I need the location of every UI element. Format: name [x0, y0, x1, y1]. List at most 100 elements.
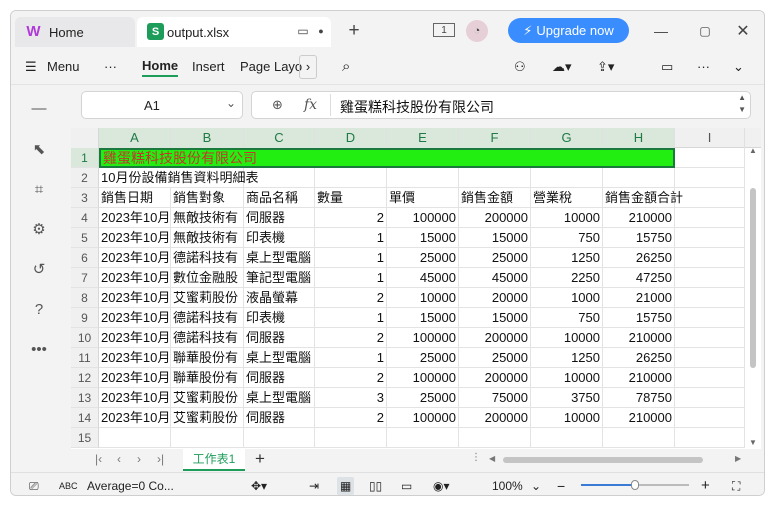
- row-header[interactable]: 11: [71, 348, 99, 368]
- cell[interactable]: 45000: [387, 268, 459, 288]
- vertical-scroll-thumb[interactable]: [750, 188, 756, 368]
- cell[interactable]: 15000: [387, 228, 459, 248]
- cell[interactable]: 聯華股份有: [171, 368, 244, 388]
- cell[interactable]: 商品名稱: [244, 188, 315, 208]
- cell[interactable]: 數位金融股: [171, 268, 244, 288]
- cell[interactable]: [675, 228, 745, 248]
- cell[interactable]: 2023年10月: [99, 348, 171, 368]
- maximize-icon[interactable]: ▢: [695, 21, 715, 41]
- cell[interactable]: [675, 268, 745, 288]
- tab-close-dot-icon[interactable]: ●: [311, 21, 331, 41]
- last-sheet-icon[interactable]: ›|: [157, 452, 164, 466]
- cell[interactable]: 21000: [603, 288, 675, 308]
- cell[interactable]: 2023年10月: [99, 388, 171, 408]
- cell[interactable]: 100000: [387, 368, 459, 388]
- cell[interactable]: [459, 168, 531, 188]
- cell[interactable]: 10000: [531, 408, 603, 428]
- cell[interactable]: 3: [315, 388, 387, 408]
- cell[interactable]: [675, 248, 745, 268]
- cell[interactable]: 1: [315, 308, 387, 328]
- cell[interactable]: 印表機: [244, 228, 315, 248]
- cell[interactable]: 伺服器: [244, 368, 315, 388]
- scroll-left-icon[interactable]: ◀: [489, 454, 495, 463]
- cell[interactable]: 100000: [387, 208, 459, 228]
- cell[interactable]: 15750: [603, 308, 675, 328]
- menu-button[interactable]: Menu: [47, 57, 80, 77]
- cell[interactable]: 10000: [531, 208, 603, 228]
- cell[interactable]: [675, 328, 745, 348]
- fullscreen-icon[interactable]: ⛶: [732, 477, 740, 495]
- cell[interactable]: 筆記型電腦: [244, 268, 315, 288]
- row-header[interactable]: 5: [71, 228, 99, 248]
- cell[interactable]: 25000: [387, 248, 459, 268]
- name-box[interactable]: A1 ⌄: [81, 91, 243, 119]
- collapse-ribbon-icon[interactable]: ⌄: [733, 57, 744, 77]
- new-tab-icon[interactable]: +: [344, 20, 364, 41]
- formula-input[interactable]: ⊕ fx 雞蛋糕科技股份有限公司 ▲ ▼: [251, 91, 751, 119]
- cell[interactable]: 艾蜜莉股份: [171, 288, 244, 308]
- cell[interactable]: [387, 168, 459, 188]
- cell[interactable]: 2023年10月: [99, 308, 171, 328]
- cell[interactable]: 2: [315, 408, 387, 428]
- sync-icon[interactable]: ☁▾: [552, 57, 572, 77]
- cell[interactable]: [675, 388, 745, 408]
- cell[interactable]: 200000: [459, 408, 531, 428]
- vertical-scrollbar[interactable]: ▲ ▼: [747, 146, 759, 449]
- cell[interactable]: 2023年10月: [99, 208, 171, 228]
- page-layout-view-icon[interactable]: ▯▯: [369, 477, 382, 495]
- cell[interactable]: 10000: [531, 328, 603, 348]
- cell[interactable]: 桌上型電腦: [244, 348, 315, 368]
- horizontal-scroll-handle-icon[interactable]: ⋮: [471, 452, 481, 463]
- export-icon[interactable]: ⇪▾: [597, 57, 614, 77]
- cell[interactable]: 伺服器: [244, 328, 315, 348]
- cell[interactable]: 47250: [603, 268, 675, 288]
- cell[interactable]: 45000: [459, 268, 531, 288]
- cell[interactable]: [171, 428, 244, 448]
- row-header[interactable]: 7: [71, 268, 99, 288]
- column-header-d[interactable]: D: [315, 128, 387, 148]
- cell[interactable]: 銷售日期: [99, 188, 171, 208]
- page-break-view-icon[interactable]: ▭: [401, 477, 412, 495]
- cell[interactable]: 2023年10月: [99, 368, 171, 388]
- cell[interactable]: 營業稅: [531, 188, 603, 208]
- cell[interactable]: 德諾科技有: [171, 248, 244, 268]
- cell[interactable]: [531, 428, 603, 448]
- cell[interactable]: 2: [315, 288, 387, 308]
- row-header[interactable]: 9: [71, 308, 99, 328]
- cell[interactable]: [675, 288, 745, 308]
- cell[interactable]: 艾蜜莉股份: [171, 408, 244, 428]
- cell[interactable]: [244, 428, 315, 448]
- tab-output-xlsx[interactable]: S output.xlsx ▭ ●: [137, 17, 331, 47]
- cell[interactable]: [99, 428, 171, 448]
- fx-icon[interactable]: fx: [304, 97, 317, 113]
- cell[interactable]: 液晶螢幕: [244, 288, 315, 308]
- column-header-h[interactable]: H: [603, 128, 675, 148]
- cell[interactable]: [675, 208, 745, 228]
- cell[interactable]: [675, 148, 745, 168]
- share-icon[interactable]: ⚇: [514, 57, 526, 77]
- cell[interactable]: 銷售對象: [171, 188, 244, 208]
- cell[interactable]: 德諾科技有: [171, 308, 244, 328]
- cell[interactable]: [315, 428, 387, 448]
- comment-icon[interactable]: ▭: [661, 57, 673, 77]
- cell[interactable]: [675, 428, 745, 448]
- cell[interactable]: 印表機: [244, 308, 315, 328]
- column-header-c[interactable]: C: [244, 128, 315, 148]
- cell[interactable]: 15000: [459, 228, 531, 248]
- cell[interactable]: 伺服器: [244, 408, 315, 428]
- cell[interactable]: 100000: [387, 408, 459, 428]
- select-all-corner[interactable]: [71, 128, 99, 148]
- sheet-tab[interactable]: 工作表1: [183, 449, 245, 471]
- cell[interactable]: 2023年10月: [99, 288, 171, 308]
- search-icon[interactable]: ⌕: [342, 57, 350, 77]
- cell[interactable]: 伺服器: [244, 208, 315, 228]
- cell[interactable]: [675, 168, 745, 188]
- minimize-icon[interactable]: —: [651, 21, 671, 41]
- cell[interactable]: 桌上型電腦: [244, 388, 315, 408]
- row-header[interactable]: 3: [71, 188, 99, 208]
- cell[interactable]: 2: [315, 328, 387, 348]
- zoom-slider[interactable]: [581, 480, 689, 490]
- cell[interactable]: 750: [531, 308, 603, 328]
- horizontal-scroll-thumb[interactable]: [503, 457, 703, 463]
- cell[interactable]: 桌上型電腦: [244, 248, 315, 268]
